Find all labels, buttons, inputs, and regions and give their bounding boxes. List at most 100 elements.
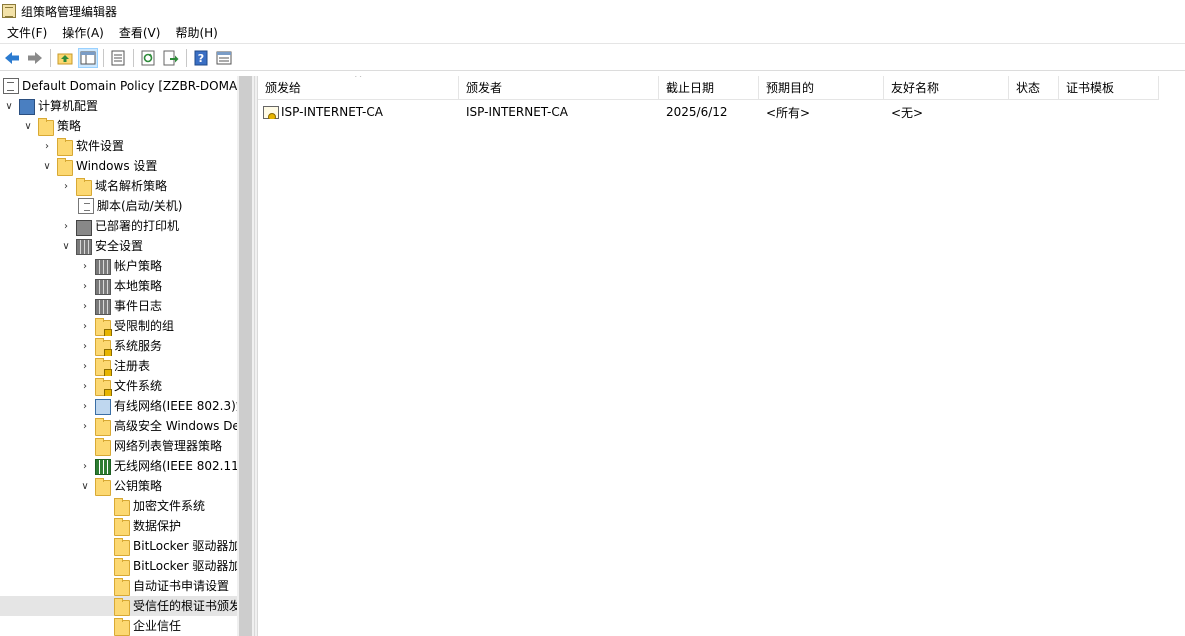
view-icon[interactable]	[214, 48, 234, 68]
column-issued-to[interactable]: 颁发给 ^	[258, 76, 459, 100]
tree-item-windows-defender-firewall[interactable]: › 高级安全 Windows Defender	[0, 416, 237, 436]
show-hide-tree-icon[interactable]	[78, 47, 98, 68]
tree-item-trusted-root-ca[interactable]: 受信任的根证书颁发机构	[0, 596, 237, 616]
chevron-right-icon[interactable]: ›	[79, 340, 91, 352]
tree-item-event-log[interactable]: › 事件日志	[0, 296, 237, 316]
tree-item-system-services[interactable]: › 系统服务	[0, 336, 237, 356]
chevron-right-icon[interactable]: ›	[79, 300, 91, 312]
tree-label: BitLocker 驱动器加密	[133, 539, 237, 553]
back-icon[interactable]	[2, 48, 22, 68]
column-friendly-name[interactable]: 友好名称	[884, 76, 1009, 100]
chevron-down-icon[interactable]: ∨	[79, 480, 91, 492]
column-status[interactable]: 状态	[1009, 76, 1059, 100]
menu-help[interactable]: 帮助(H)	[168, 22, 225, 44]
tree-item-file-system[interactable]: › 文件系统	[0, 376, 237, 396]
tree-item-security-settings[interactable]: ∨ 安全设置	[0, 236, 237, 256]
tree-item-deployed-printers[interactable]: › 已部署的打印机	[0, 216, 237, 236]
tree-item-scripts[interactable]: 脚本(启动/关机)	[0, 196, 237, 216]
tree-label: 帐户策略	[114, 259, 163, 273]
tree-item-data-protection[interactable]: 数据保护	[0, 516, 237, 536]
tree-item-name-resolution-policy[interactable]: › 域名解析策略	[0, 176, 237, 196]
tree-item-bitlocker-network-unlock[interactable]: BitLocker 驱动器加密网络解锁证书	[0, 556, 237, 576]
chevron-right-icon[interactable]: ›	[79, 400, 91, 412]
help-icon[interactable]: ?	[191, 48, 211, 68]
column-certificate-template[interactable]: 证书模板	[1059, 76, 1159, 100]
chevron-right-icon[interactable]: ›	[60, 180, 72, 192]
tree-label: Windows 设置	[76, 159, 158, 173]
tree-item-computer-config[interactable]: ∨ 计算机配置	[0, 96, 237, 116]
up-folder-icon[interactable]	[55, 48, 75, 68]
chevron-right-icon[interactable]: ›	[79, 380, 91, 392]
folder-icon	[95, 477, 111, 496]
locked-folder-icon	[95, 337, 112, 356]
menu-file[interactable]: 文件(F)	[0, 22, 55, 44]
folder-icon	[114, 497, 130, 516]
cell-expiration: 2025/6/12	[666, 105, 728, 119]
tree-item-policies[interactable]: ∨ 策略	[0, 116, 237, 136]
toolbar-separator	[133, 48, 134, 67]
window-title: 组策略管理编辑器	[21, 4, 118, 19]
tree-item-public-key-policies[interactable]: ∨ 公钥策略	[0, 476, 237, 496]
chevron-right-icon[interactable]: ›	[60, 220, 72, 232]
chevron-right-icon[interactable]: ›	[79, 460, 91, 472]
tree-item-enterprise-trust[interactable]: 企业信任	[0, 616, 237, 636]
tree-scrollbar[interactable]	[237, 76, 254, 636]
tree-item-wired-network[interactable]: › 有线网络(IEEE 802.3)策略	[0, 396, 237, 416]
chevron-down-icon[interactable]: ∨	[60, 240, 72, 252]
chevron-right-icon[interactable]: ›	[79, 420, 91, 432]
wired-network-icon	[95, 398, 111, 415]
details-pane: 颁发给 ^ 颁发者 截止日期 预期目的 友好名称 状态 证书模板 ISP-INT…	[258, 76, 1185, 636]
wireless-network-icon	[95, 459, 111, 475]
column-expiration[interactable]: 截止日期	[659, 76, 759, 100]
tree-item-local-policies[interactable]: › 本地策略	[0, 276, 237, 296]
tree-label: 注册表	[114, 359, 151, 373]
chevron-right-icon[interactable]: ›	[41, 140, 53, 152]
refresh-icon[interactable]	[138, 48, 158, 68]
tree-item-account-policies[interactable]: › 帐户策略	[0, 256, 237, 276]
tree-item-network-list-manager[interactable]: 网络列表管理器策略	[0, 436, 237, 456]
forward-icon[interactable]	[25, 48, 45, 68]
tree-item-restricted-groups[interactable]: › 受限制的组	[0, 316, 237, 336]
tree-item-windows-settings[interactable]: ∨ Windows 设置	[0, 156, 237, 176]
chevron-down-icon[interactable]: ∨	[3, 100, 15, 112]
column-label: 颁发者	[466, 81, 503, 95]
chevron-right-icon[interactable]: ›	[79, 320, 91, 332]
tree-item-efs[interactable]: 加密文件系统	[0, 496, 237, 516]
properties-icon[interactable]	[108, 48, 128, 68]
menu-view[interactable]: 查看(V)	[112, 22, 169, 44]
chevron-right-icon[interactable]: ›	[79, 280, 91, 292]
chevron-right-icon[interactable]: ›	[79, 360, 91, 372]
tree-label: 脚本(启动/关机)	[97, 199, 183, 213]
chevron-right-icon[interactable]: ›	[79, 260, 91, 272]
folder-icon	[114, 617, 130, 636]
tree-label: 企业信任	[133, 619, 182, 633]
account-policy-icon	[95, 258, 111, 275]
column-intended-purposes[interactable]: 预期目的	[759, 76, 884, 100]
chevron-down-icon[interactable]: ∨	[41, 160, 53, 172]
column-label: 截止日期	[666, 81, 715, 95]
tree-item-registry[interactable]: › 注册表	[0, 356, 237, 376]
toolbar-separator	[103, 48, 104, 67]
tree-label: 已部署的打印机	[95, 219, 180, 233]
table-row[interactable]: ISP-INTERNET-CA ISP-INTERNET-CA 2025/6/1…	[258, 102, 1159, 122]
scrollbar-thumb[interactable]	[239, 76, 252, 636]
column-headers: 颁发给 ^ 颁发者 截止日期 预期目的 友好名称 状态 证书模板	[258, 76, 1159, 100]
printer-icon	[76, 220, 92, 236]
tree-item-wireless-network[interactable]: › 无线网络(IEEE 802.11)策略	[0, 456, 237, 476]
tree-label: 本地策略	[114, 279, 163, 293]
folder-icon	[114, 517, 130, 536]
tree-item-bitlocker[interactable]: BitLocker 驱动器加密	[0, 536, 237, 556]
chevron-down-icon[interactable]: ∨	[22, 120, 34, 132]
tree-label: Default Domain Policy [ZZBR-DOMAIN	[22, 79, 237, 93]
column-issued-by[interactable]: 颁发者	[459, 76, 659, 100]
computer-icon	[19, 99, 35, 115]
tree-item-auto-cert-request[interactable]: 自动证书申请设置	[0, 576, 237, 596]
tree-root[interactable]: Default Domain Policy [ZZBR-DOMAIN	[0, 76, 237, 96]
menu-action[interactable]: 操作(A)	[55, 22, 112, 44]
toolbar-separator	[186, 48, 187, 67]
cell-friendly-name: <无>	[891, 105, 924, 120]
tree-item-software-settings[interactable]: › 软件设置	[0, 136, 237, 156]
column-label: 颁发给	[265, 81, 302, 95]
tree-label: 域名解析策略	[95, 179, 168, 193]
export-list-icon[interactable]	[161, 48, 181, 68]
